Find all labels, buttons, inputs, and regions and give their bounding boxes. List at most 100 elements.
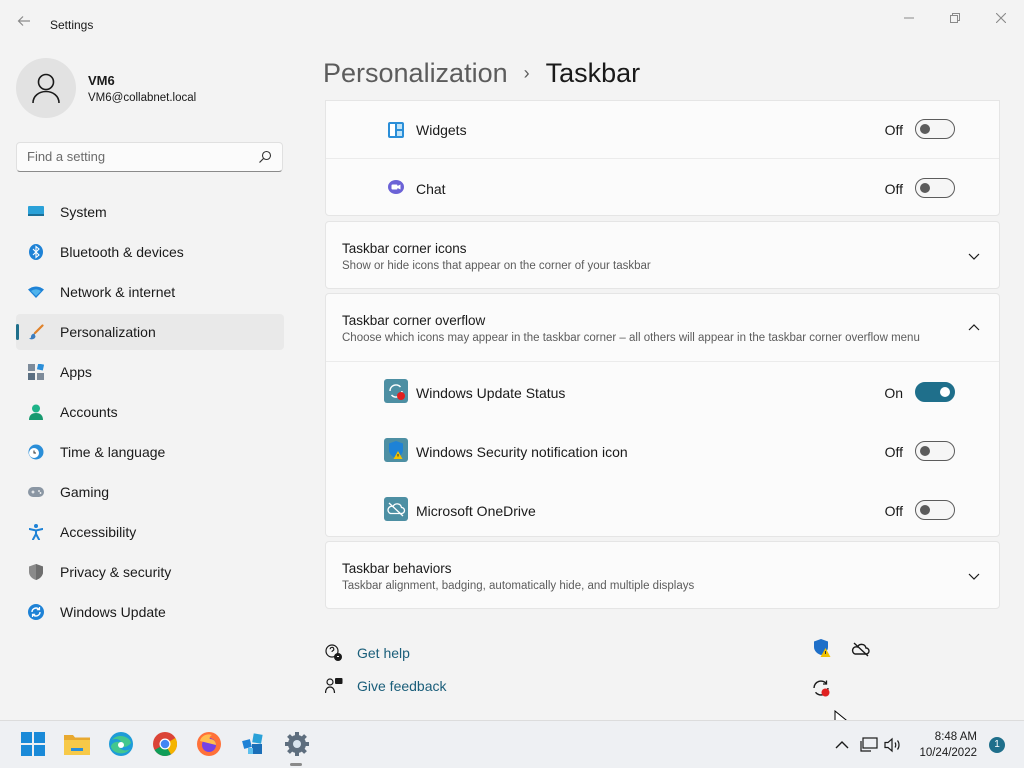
sidebar-item-time-language[interactable]: Time & language <box>16 434 284 470</box>
breadcrumb-parent[interactable]: Personalization <box>323 58 508 89</box>
toggle-state-text: Off <box>884 444 903 460</box>
clock-date: 10/24/2022 <box>919 747 977 759</box>
toggle-knob <box>920 446 930 456</box>
sidebar-nav: System Bluetooth & devices Network & int… <box>16 194 284 634</box>
apps-icon <box>28 364 44 380</box>
edge-icon[interactable] <box>108 731 134 757</box>
behaviors-section[interactable]: Taskbar behaviors Taskbar alignment, bad… <box>325 541 1000 609</box>
overflow-item-label: Windows Update Status <box>416 385 566 401</box>
notification-badge[interactable]: 1 <box>989 737 1005 753</box>
arrow-left-icon <box>17 16 30 26</box>
section-subtitle: Choose which icons may appear in the tas… <box>342 332 920 344</box>
overflow-item-row: Windows Security notification icon Off <box>326 421 999 480</box>
update-status-toggle[interactable] <box>915 382 955 402</box>
sidebar-item-label: Gaming <box>60 484 110 500</box>
sidebar-item-label: Time & language <box>60 444 166 460</box>
windows-start-icon[interactable] <box>20 731 46 757</box>
close-icon <box>995 12 1007 24</box>
section-subtitle: Taskbar alignment, badging, automaticall… <box>342 580 695 592</box>
chrome-icon[interactable] <box>152 731 178 757</box>
clock[interactable]: 8:48 AM 10/24/2022 <box>919 729 977 761</box>
chevron-down-icon[interactable] <box>967 569 981 583</box>
person-icon <box>28 404 44 420</box>
corner-overflow-section: Taskbar corner overflow Choose which ico… <box>325 293 1000 537</box>
firefox-icon[interactable] <box>196 731 222 757</box>
wifi-icon <box>28 284 44 300</box>
chat-label: Chat <box>416 181 446 197</box>
section-title: Taskbar corner overflow <box>342 313 486 328</box>
sidebar-item-accessibility[interactable]: Accessibility <box>16 514 284 550</box>
sidebar-item-label: Personalization <box>60 324 156 340</box>
user-name: VM6 <box>88 73 115 88</box>
get-help-label: Get help <box>357 645 410 661</box>
sidebar-item-personalization[interactable]: Personalization <box>16 314 284 350</box>
sidebar-item-accounts[interactable]: Accounts <box>16 394 284 430</box>
corner-overflow-header[interactable]: Taskbar corner overflow Choose which ico… <box>326 294 999 361</box>
network-icon[interactable] <box>860 736 878 754</box>
widgets-icon <box>384 118 408 142</box>
onedrive-toggle[interactable] <box>915 500 955 520</box>
get-help-link[interactable]: Get help <box>324 643 410 663</box>
toggle-knob <box>920 124 930 134</box>
clock-time: 8:48 AM <box>934 731 977 743</box>
accessibility-icon <box>28 524 44 540</box>
search-input[interactable] <box>27 149 247 164</box>
give-feedback-link[interactable]: Give feedback <box>324 676 447 696</box>
avatar[interactable] <box>16 58 76 118</box>
onedrive-offline-icon[interactable] <box>851 639 871 659</box>
user-email: VM6@collabnet.local <box>88 92 197 104</box>
sidebar-item-gaming[interactable]: Gaming <box>16 474 284 510</box>
search-icon[interactable] <box>258 150 272 164</box>
taskbar-items-card: Widgets Off Chat Off <box>325 100 1000 216</box>
overflow-item-label: Microsoft OneDrive <box>416 503 536 519</box>
sidebar-item-bluetooth[interactable]: Bluetooth & devices <box>16 234 284 270</box>
sidebar-item-label: Windows Update <box>60 604 166 620</box>
sync-icon <box>28 604 44 620</box>
update-status-icon <box>384 379 408 403</box>
chat-icon <box>384 176 408 200</box>
chat-toggle[interactable] <box>915 178 955 198</box>
sidebar-item-label: Privacy & security <box>60 564 172 580</box>
widgets-row: Widgets Off <box>326 101 999 158</box>
minimize-button[interactable] <box>894 8 924 28</box>
chat-row: Chat Off <box>326 159 999 216</box>
overflow-item-row: Microsoft OneDrive Off <box>326 480 999 538</box>
chevron-up-icon[interactable] <box>967 321 981 335</box>
overflow-item-row: Windows Update Status On <box>326 362 999 421</box>
widgets-toggle[interactable] <box>915 119 955 139</box>
sidebar-item-privacy-security[interactable]: Privacy & security <box>16 554 284 590</box>
back-button[interactable] <box>14 14 34 34</box>
shield-icon <box>28 564 44 580</box>
chevron-right-icon: › <box>523 63 530 83</box>
title-bar: Settings <box>0 0 1024 48</box>
chevron-up-icon[interactable] <box>833 736 851 754</box>
monitor-icon <box>28 204 44 220</box>
section-title: Taskbar corner icons <box>342 241 467 256</box>
chevron-down-icon[interactable] <box>967 249 981 263</box>
volume-icon[interactable] <box>884 736 902 754</box>
sidebar-item-label: Bluetooth & devices <box>60 244 184 260</box>
active-app-indicator <box>290 763 302 766</box>
sidebar-item-network[interactable]: Network & internet <box>16 274 284 310</box>
settings-gear-icon[interactable] <box>284 731 310 757</box>
maximize-button[interactable] <box>940 8 970 28</box>
section-title: Taskbar behaviors <box>342 561 452 576</box>
close-button[interactable] <box>986 8 1016 28</box>
security-notification-toggle[interactable] <box>915 441 955 461</box>
sidebar-item-apps[interactable]: Apps <box>16 354 284 390</box>
security-notification-icon <box>384 438 408 462</box>
toggle-knob <box>920 505 930 515</box>
security-warning-icon[interactable] <box>812 638 832 658</box>
sidebar-item-system[interactable]: System <box>16 194 284 230</box>
sidebar-item-windows-update[interactable]: Windows Update <box>16 594 284 630</box>
corner-icons-section[interactable]: Taskbar corner icons Show or hide icons … <box>325 221 1000 289</box>
give-feedback-label: Give feedback <box>357 678 447 694</box>
file-explorer-icon[interactable] <box>64 731 90 757</box>
search-box[interactable] <box>16 142 283 172</box>
sidebar-item-label: System <box>60 204 107 220</box>
minimize-icon <box>904 17 914 19</box>
clock-globe-icon <box>28 444 44 460</box>
update-pending-icon[interactable] <box>811 678 831 698</box>
app-icon[interactable] <box>240 731 266 757</box>
sidebar-item-label: Accounts <box>60 404 118 420</box>
